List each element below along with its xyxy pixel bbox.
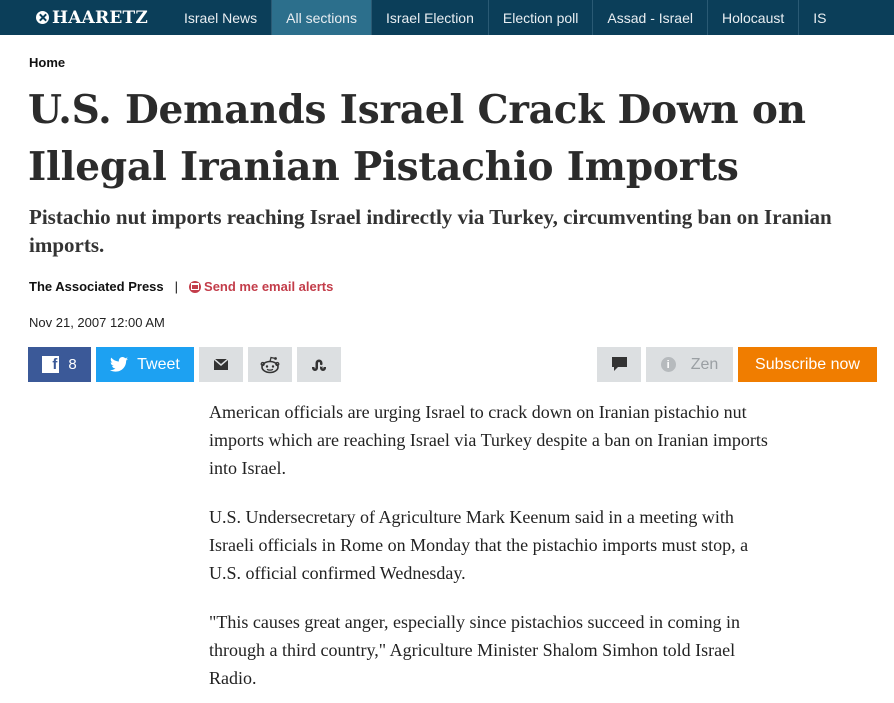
nav-item-all-sections[interactable]: All sections xyxy=(271,0,371,35)
body-paragraph: "This causes great anger, especially sin… xyxy=(209,612,740,688)
nav-item-holocaust[interactable]: Holocaust xyxy=(706,0,798,35)
haaretz-logo[interactable]: HAARETZ xyxy=(0,0,170,35)
byline: The Associated Press | Send me email ale… xyxy=(29,279,333,294)
zen-label: Zen xyxy=(690,355,719,373)
facebook-count: 8 xyxy=(68,356,77,373)
logo-text: HAARETZ xyxy=(52,7,148,28)
email-share-button[interactable] xyxy=(199,347,243,382)
comments-button[interactable] xyxy=(597,347,641,382)
top-navigation: HAARETZ Israel News All sections Israel … xyxy=(0,0,894,35)
tweet-label: Tweet xyxy=(137,355,180,373)
body-paragraph: American officials are urging Israel to … xyxy=(209,402,768,478)
alert-envelope-icon xyxy=(189,280,202,293)
haaretz-logo-icon xyxy=(36,11,49,24)
body-paragraph: U.S. Undersecretary of Agriculture Mark … xyxy=(209,507,749,583)
zen-icon: i xyxy=(660,357,676,372)
nav-item-is[interactable]: IS xyxy=(798,0,840,35)
article-subhead: Pistachio nut imports reaching Israel in… xyxy=(29,205,832,257)
publish-date: Nov 21, 2007 12:00 AM xyxy=(29,315,165,330)
reddit-icon xyxy=(260,356,280,373)
email-alerts-label: Send me email alerts xyxy=(204,279,334,294)
zen-mode-button[interactable]: i Zen xyxy=(646,347,733,382)
email-icon xyxy=(214,359,228,370)
author-name[interactable]: The Associated Press xyxy=(29,279,164,294)
reddit-share-button[interactable] xyxy=(248,347,292,382)
nav-item-israel-election[interactable]: Israel Election xyxy=(370,0,488,35)
byline-separator: | xyxy=(174,279,179,294)
stumbleupon-share-button[interactable] xyxy=(297,347,341,382)
facebook-share-button[interactable]: f 8 xyxy=(28,347,91,382)
breadcrumb-home[interactable]: Home xyxy=(29,55,65,70)
article-body: American officials are urging Israel to … xyxy=(209,398,769,703)
stumbleupon-icon xyxy=(312,359,326,371)
email-alerts-link[interactable]: Send me email alerts xyxy=(189,279,333,294)
comment-icon xyxy=(611,357,627,371)
subscribe-button[interactable]: Subscribe now xyxy=(738,347,877,382)
nav-item-assad-israel[interactable]: Assad - Israel xyxy=(592,0,707,35)
page-title: U.S. Demands Israel Crack Down on Illega… xyxy=(28,87,806,190)
tweet-button[interactable]: Tweet xyxy=(96,347,194,382)
nav-item-election-poll[interactable]: Election poll xyxy=(487,0,593,35)
nav-item-israel-news[interactable]: Israel News xyxy=(170,0,271,35)
twitter-icon xyxy=(110,357,129,372)
article-actions: i Zen Subscribe now xyxy=(597,347,877,382)
share-bar: f 8 Tweet xyxy=(28,347,341,382)
facebook-icon: f xyxy=(42,356,60,373)
